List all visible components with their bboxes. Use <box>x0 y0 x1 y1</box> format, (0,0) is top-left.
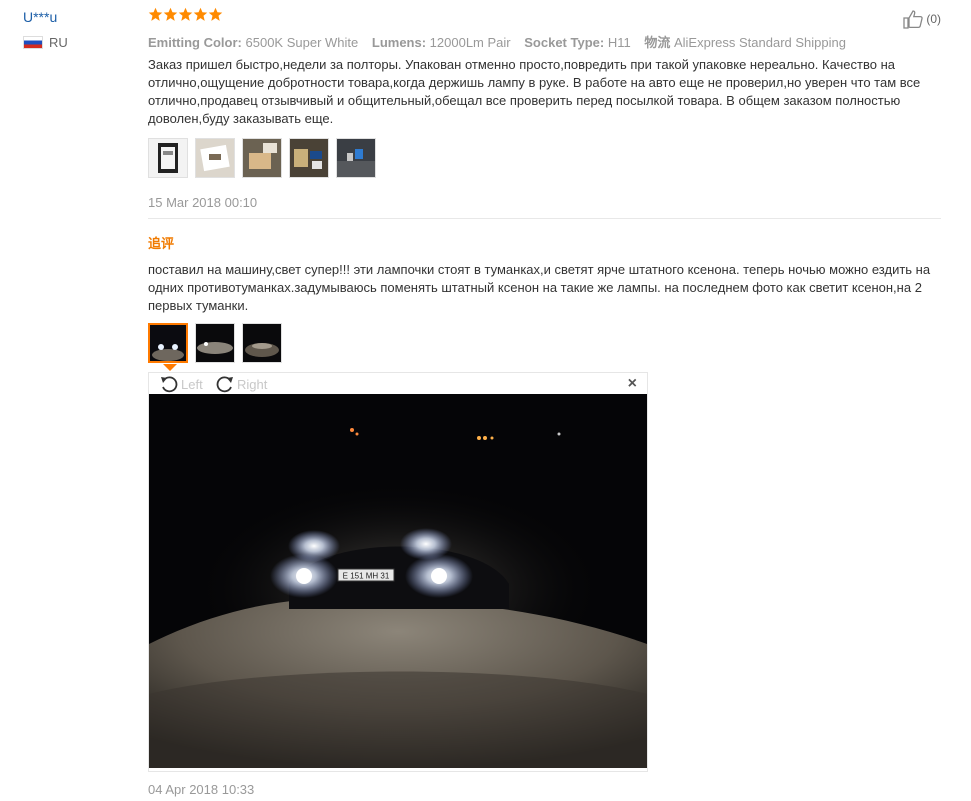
attr-value: H11 <box>607 35 631 50</box>
attr-value: 12000Lm Pair <box>429 35 511 50</box>
attr-key: Lumens: <box>371 35 427 50</box>
rotate-left-label[interactable]: Left <box>181 377 203 392</box>
review-photo-thumbnails <box>148 138 376 178</box>
rotate-right-label[interactable]: Right <box>237 377 267 392</box>
divider <box>148 218 941 219</box>
followup-date: 04 Apr 2018 10:33 <box>148 782 255 797</box>
like-button[interactable]: (0) <box>902 9 941 29</box>
attr-value: AliExpress Standard Shipping <box>673 35 846 50</box>
license-plate: Е 151 МН 31 <box>343 572 390 581</box>
rotate-left-button[interactable]: Left <box>159 374 203 394</box>
attr-key: Emitting Color: <box>148 35 242 50</box>
product-attributes: Emitting Color: 6500K Super White Lumens… <box>148 32 856 51</box>
review-photo-thumbnail[interactable] <box>195 138 235 178</box>
followup-label: 追评 <box>148 236 175 251</box>
thumbs-up-icon[interactable] <box>902 9 924 29</box>
followup-photo-thumbnail[interactable] <box>195 323 235 363</box>
russia-flag-icon <box>23 36 43 49</box>
close-icon[interactable]: × <box>628 375 637 393</box>
rotate-right-icon[interactable] <box>215 374 235 394</box>
followup-photo-thumbnail-selected[interactable] <box>148 323 188 363</box>
review-photo-thumbnail[interactable] <box>336 138 376 178</box>
review-photo-thumbnail[interactable] <box>242 138 282 178</box>
followup-photo-thumbnail[interactable] <box>242 323 282 363</box>
like-count: (0) <box>926 12 941 26</box>
rotate-left-icon[interactable] <box>159 374 179 394</box>
enlarged-review-photo: Е 151 МН 31 <box>149 394 647 768</box>
star-icon <box>208 7 223 22</box>
followup-photo-thumbnails <box>148 323 282 363</box>
rotate-right-button[interactable]: Right <box>215 374 267 394</box>
star-icon <box>148 7 163 22</box>
star-icon <box>163 7 178 22</box>
attr-key: Socket Type: <box>524 35 605 50</box>
country-code: RU <box>49 35 68 50</box>
star-icon <box>193 7 208 22</box>
selected-photo-caret <box>163 364 177 371</box>
photo-viewer: Left Right × Е 151 МН 31 <box>148 372 648 772</box>
review-date: 15 Mar 2018 00:10 <box>148 195 258 210</box>
followup-text: поставил на машину,свет супер!!! эти лам… <box>148 262 931 313</box>
star-icon <box>178 7 193 22</box>
reviewer-name[interactable]: U***u <box>23 9 57 25</box>
reviewer-country: RU <box>23 35 68 50</box>
review-text: Заказ пришел быстро,недели за полторы. У… <box>148 57 921 126</box>
rating-stars <box>148 7 223 22</box>
review-photo-thumbnail[interactable] <box>289 138 329 178</box>
attr-key: 物流 <box>644 35 671 50</box>
attr-value: 6500K Super White <box>245 35 359 50</box>
photo-viewer-toolbar: Left Right × <box>149 373 647 394</box>
review-photo-thumbnail[interactable] <box>148 138 188 178</box>
